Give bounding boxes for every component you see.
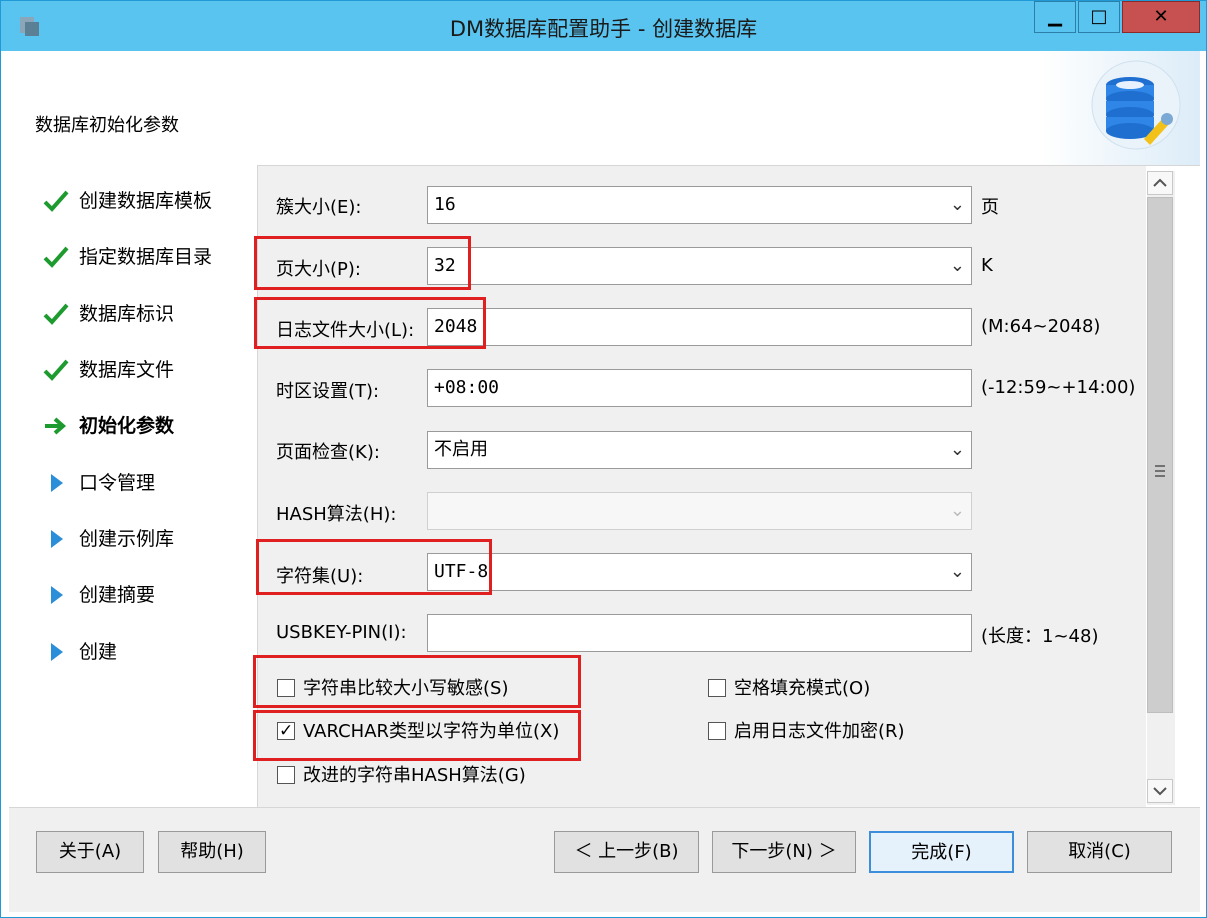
chevron-down-icon[interactable]: ⌄ — [950, 187, 965, 223]
charset-select[interactable]: UTF-8 ⌄ — [427, 553, 972, 591]
usbkey-pin-input[interactable] — [427, 614, 972, 652]
cancel-button[interactable]: 取消(C) — [1027, 831, 1172, 873]
page-check-select[interactable]: 不启用 ⌄ — [427, 431, 972, 469]
step-label: 创建摘要 — [79, 584, 156, 606]
database-config-icon — [1040, 51, 1200, 165]
checkbox-box[interactable] — [277, 766, 295, 784]
next-button[interactable]: 下一步(N) ＞ — [712, 831, 856, 873]
header-panel: 数据库初始化参数 — [9, 51, 1200, 166]
log-size-range: (M:64~2048) — [981, 316, 1101, 337]
chevron-down-icon[interactable]: ⌄ — [950, 248, 965, 284]
highlight-charset — [256, 539, 492, 595]
page-size-unit: K — [981, 255, 993, 276]
log-size-input[interactable]: 2048 — [427, 308, 972, 346]
step-label: 口令管理 — [79, 472, 156, 494]
time-zone-label: 时区设置(T): — [276, 381, 380, 402]
maximize-button[interactable]: □ — [1078, 1, 1120, 33]
extent-size-value: 16 — [434, 194, 456, 215]
highlight-varchar-char — [253, 710, 581, 761]
triangle-right-icon — [51, 643, 63, 661]
wizard-steps: 创建数据库模板 指定数据库目录 数据库标识 数据库文件 初始化参数 口令管理 创… — [9, 165, 258, 807]
checkmark-icon — [43, 359, 69, 381]
blank-pad-checkbox[interactable]: 空格填充模式(O) — [708, 677, 908, 701]
page-title: 数据库初始化参数 — [35, 115, 179, 136]
close-icon: ✕ — [1153, 6, 1169, 27]
chevron-down-icon[interactable]: ⌄ — [950, 554, 965, 590]
triangle-right-icon — [51, 474, 63, 492]
title-bar[interactable]: DM数据库配置助手 - 创建数据库 ▁ □ ✕ — [1, 1, 1206, 51]
help-button[interactable]: 帮助(H) — [158, 831, 266, 873]
step-label: 数据库文件 — [79, 359, 175, 381]
log-encrypt-checkbox[interactable]: 启用日志文件加密(R) — [708, 720, 928, 744]
log-encrypt-label: 启用日志文件加密(R) — [734, 721, 905, 742]
page-size-select[interactable]: 32 ⌄ — [427, 247, 972, 285]
highlight-case-sensitive — [253, 655, 581, 708]
step-label: 创建 — [79, 641, 118, 663]
checkbox-box[interactable] — [708, 679, 726, 697]
usbkey-pin-range: (长度：1~48) — [981, 626, 1099, 647]
arrow-right-icon — [45, 417, 67, 435]
step-label: 初始化参数 — [79, 415, 175, 437]
scroll-down-button[interactable] — [1147, 779, 1173, 803]
blank-pad-label: 空格填充模式(O) — [734, 678, 871, 699]
usbkey-pin-label: USBKEY-PIN(I): — [276, 622, 407, 643]
step-label: 数据库标识 — [79, 303, 175, 325]
grip-icon — [1155, 465, 1165, 477]
triangle-right-icon — [51, 586, 63, 604]
checkbox-box[interactable] — [708, 722, 726, 740]
chevron-down-icon — [1153, 787, 1167, 796]
minimize-icon: ▁ — [1048, 6, 1062, 27]
time-zone-range: (-12:59~+14:00) — [981, 377, 1136, 398]
highlight-page-size — [254, 236, 471, 290]
vertical-scrollbar[interactable] — [1147, 171, 1175, 805]
step-label: 指定数据库目录 — [79, 246, 213, 268]
page-check-value: 不启用 — [434, 439, 488, 460]
time-zone-value: +08:00 — [434, 377, 500, 398]
time-zone-input[interactable]: +08:00 — [427, 369, 972, 407]
extent-size-label: 簇大小(E): — [276, 197, 362, 218]
hash-algo-label: HASH算法(H): — [276, 504, 397, 525]
checkmark-icon — [43, 246, 69, 268]
scroll-thumb[interactable] — [1147, 197, 1173, 713]
minimize-button[interactable]: ▁ — [1034, 1, 1076, 33]
extent-size-unit: 页 — [981, 197, 999, 218]
chevron-down-icon: ⌄ — [949, 500, 965, 521]
close-button[interactable]: ✕ — [1122, 1, 1200, 33]
maximize-icon: □ — [1090, 6, 1108, 27]
highlight-log-size — [254, 297, 486, 349]
improved-hash-checkbox[interactable]: 改进的字符串HASH算法(G) — [277, 764, 557, 788]
hash-algo-select: ⌄ — [427, 492, 972, 530]
checkmark-icon — [43, 303, 69, 325]
back-button[interactable]: ＜ 上一步(B) — [554, 831, 699, 873]
finish-button[interactable]: 完成(F) — [869, 831, 1014, 873]
scroll-up-button[interactable] — [1147, 171, 1173, 195]
step-label: 创建示例库 — [79, 528, 175, 550]
improved-hash-label: 改进的字符串HASH算法(G) — [303, 765, 526, 786]
extent-size-select[interactable]: 16 ⌄ — [427, 186, 972, 224]
step-label: 创建数据库模板 — [79, 190, 213, 212]
chevron-up-icon — [1153, 178, 1167, 187]
checkmark-icon — [43, 190, 69, 212]
chevron-down-icon[interactable]: ⌄ — [950, 432, 965, 468]
window-title: DM数据库配置助手 - 创建数据库 — [449, 17, 758, 41]
page-check-label: 页面检查(K): — [276, 442, 380, 463]
about-button[interactable]: 关于(A) — [36, 831, 144, 873]
triangle-right-icon — [51, 530, 63, 548]
dialog-window: DM数据库配置助手 - 创建数据库 ▁ □ ✕ 数据库初始化参数 创建数据库模板… — [0, 0, 1207, 918]
